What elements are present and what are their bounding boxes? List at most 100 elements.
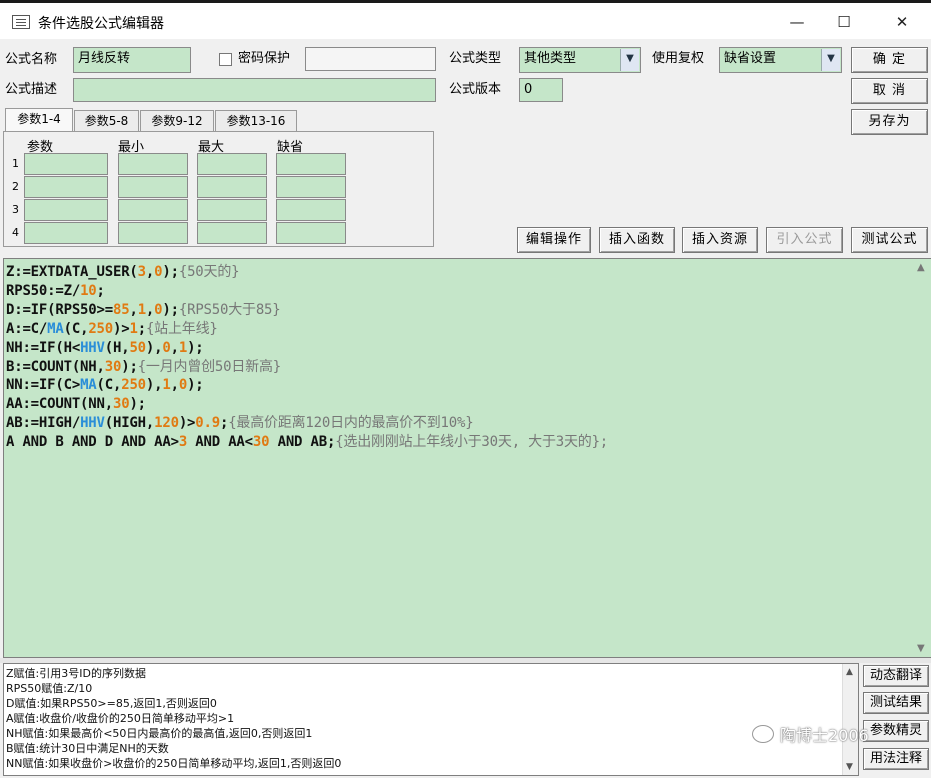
code-line[interactable]: A AND B AND D AND AA>3 AND AA<30 AND AB;…: [6, 433, 608, 452]
use-rights-select[interactable]: 缺省设置 ▼: [719, 47, 842, 73]
code-token: Z:=EXTDATA_USER(: [6, 264, 138, 280]
formula-name-input[interactable]: 月线反转: [73, 47, 191, 73]
tab-params-13-16[interactable]: 参数13-16: [215, 110, 297, 132]
insert-function-button[interactable]: 插入函数: [599, 227, 675, 253]
code-token: AND AA<: [187, 434, 253, 451]
param-cell-input[interactable]: [276, 199, 346, 221]
param-row-number: 1: [12, 157, 19, 170]
maximize-icon[interactable]: ☐: [829, 11, 859, 33]
code-token: ;: [219, 415, 229, 432]
formula-type-select[interactable]: 其他类型 ▼: [519, 47, 641, 73]
dynamic-translate-button[interactable]: 动态翻译: [863, 665, 929, 687]
code-token: 1: [137, 301, 146, 318]
code-line[interactable]: AA:=COUNT(NN,30);: [6, 395, 608, 414]
code-token: (C,: [96, 377, 122, 394]
test-result-button[interactable]: 测试结果: [863, 692, 929, 714]
code-token: ),: [145, 377, 163, 394]
tab-params-5-8[interactable]: 参数5-8: [74, 110, 139, 132]
formula-type-value: 其他类型: [524, 51, 577, 66]
chevron-down-icon[interactable]: ▼: [821, 49, 840, 71]
param-cell-input[interactable]: [24, 176, 108, 198]
param-cell-input[interactable]: [118, 199, 188, 221]
formula-explanation-panel: Z赋值:引用3号ID的序列数据 RPS50赋值:Z/10 D赋值:如果RPS50>=…: [3, 663, 859, 776]
code-token: 30: [252, 434, 270, 451]
code-token: D:=IF(RPS50>=: [6, 301, 113, 318]
param-cell-input[interactable]: [276, 153, 346, 175]
param-row-number: 2: [12, 180, 19, 193]
code-token: );: [187, 339, 204, 356]
code-line[interactable]: NH:=IF(H<HHV(H,50),0,1);: [6, 339, 608, 358]
code-token: {一月内曾创50日新高}: [137, 358, 282, 375]
param-cell-input[interactable]: [118, 176, 188, 198]
code-line[interactable]: AB:=HIGH/HHV(HIGH,120)>0.9;{最高价距离120日内的最…: [6, 414, 608, 433]
edit-ops-button[interactable]: 编辑操作: [517, 227, 591, 253]
param-cell-input[interactable]: [24, 153, 108, 175]
scroll-up-icon[interactable]: ▲: [917, 262, 925, 273]
insert-resource-button[interactable]: 插入资源: [682, 227, 758, 253]
code-token: HHV: [80, 415, 105, 432]
chevron-down-icon[interactable]: ▼: [620, 49, 639, 71]
tab-params-1-4[interactable]: 参数1-4: [5, 108, 73, 132]
scroll-down-icon[interactable]: ▼: [846, 762, 853, 772]
code-token: 30: [112, 396, 130, 413]
cancel-button[interactable]: 取 消: [851, 78, 928, 104]
usage-notes-button[interactable]: 用法注释: [863, 748, 929, 770]
code-token: ,: [145, 264, 155, 280]
code-token: 250: [121, 377, 146, 394]
code-line[interactable]: A:=C/MA(C,250)>1;{站上年线}: [6, 320, 608, 339]
code-token: AA:=COUNT(NN,: [6, 396, 113, 413]
watermark-text: 陶博士2006: [780, 726, 869, 745]
code-line[interactable]: Z:=EXTDATA_USER(3,0);{50天的}: [6, 263, 608, 282]
code-token: RPS50:=Z/: [6, 282, 81, 299]
explanation-line: D赋值:如果RPS50>=85,返回1,否则返回0: [6, 697, 217, 710]
code-token: A:=C/: [6, 320, 48, 337]
explanation-scrollbar[interactable]: ▲ ▼: [842, 664, 858, 775]
code-line[interactable]: B:=COUNT(NH,30);{一月内曾创50日新高}: [6, 358, 608, 377]
tab-params-9-12[interactable]: 参数9-12: [140, 110, 214, 132]
code-line[interactable]: RPS50:=Z/10;: [6, 282, 608, 301]
param-cell-input[interactable]: [276, 176, 346, 198]
code-token: AB:=HIGH/: [6, 415, 81, 432]
import-formula-button[interactable]: 引入公式: [766, 227, 843, 253]
param-cell-input[interactable]: [197, 176, 267, 198]
code-token: (HIGH,: [104, 415, 155, 432]
code-token: {最高价距离120日内的最高价不到10%}: [228, 415, 474, 432]
code-token: );: [187, 377, 204, 394]
code-line[interactable]: D:=IF(RPS50>=85,1,0);{RPS50大于85}: [6, 301, 608, 320]
scroll-up-icon[interactable]: ▲: [846, 667, 853, 677]
code-line[interactable]: NN:=IF(C>MA(C,250),1,0);: [6, 376, 608, 395]
param-cell-input[interactable]: [24, 222, 108, 244]
formula-code-editor[interactable]: Z:=EXTDATA_USER(3,0);{50天的} RPS50:=Z/10; D…: [3, 258, 931, 658]
formula-type-label: 公式类型: [449, 51, 502, 66]
code-token: (C,: [63, 320, 89, 337]
param-cell-input[interactable]: [118, 153, 188, 175]
explanation-line: NN赋值:如果收盘价>收盘价的250日简单移动平均,返回1,否则返回0: [6, 757, 342, 770]
window-title: 条件选股公式编辑器: [38, 16, 164, 32]
code-token: ;: [137, 320, 146, 337]
test-formula-button[interactable]: 测试公式: [851, 227, 928, 253]
param-wizard-button[interactable]: 参数精灵: [863, 720, 929, 742]
code-token: 50: [129, 339, 146, 356]
editor-scrollbar[interactable]: ▲ ▼: [914, 259, 931, 657]
formula-desc-input[interactable]: [73, 78, 436, 102]
formula-version-input[interactable]: 0: [519, 78, 563, 102]
code-token: );: [121, 358, 138, 375]
param-cell-input[interactable]: [24, 199, 108, 221]
password-protect-checkbox[interactable]: [219, 53, 232, 66]
code-token: 1: [178, 339, 188, 356]
minimize-icon[interactable]: —: [782, 11, 812, 33]
scroll-down-icon[interactable]: ▼: [917, 643, 925, 654]
save-as-button[interactable]: 另存为: [851, 109, 928, 135]
param-cell-input[interactable]: [197, 153, 267, 175]
param-cell-input[interactable]: [197, 222, 267, 244]
param-cell-input[interactable]: [197, 199, 267, 221]
password-input[interactable]: [305, 47, 436, 71]
param-cell-input[interactable]: [118, 222, 188, 244]
formula-code[interactable]: Z:=EXTDATA_USER(3,0);{50天的} RPS50:=Z/10; D…: [6, 263, 608, 452]
close-icon[interactable]: ✕: [887, 11, 917, 33]
code-token: B:=COUNT(NH,: [6, 358, 105, 375]
ok-button[interactable]: 确 定: [851, 47, 928, 73]
code-token: NH:=IF(H<: [6, 339, 81, 356]
param-cell-input[interactable]: [276, 222, 346, 244]
code-token: );: [162, 301, 179, 318]
